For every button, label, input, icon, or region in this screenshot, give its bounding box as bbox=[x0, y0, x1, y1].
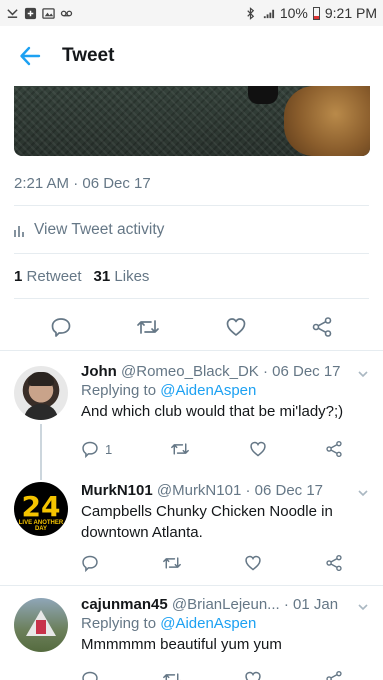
page-title: Tweet bbox=[62, 45, 115, 66]
reply-tweet[interactable]: 24 LIVE ANOTHER DAY MurkN101 @MurkN101 ·… bbox=[0, 474, 383, 584]
tweet-actions bbox=[0, 310, 383, 344]
like-icon[interactable] bbox=[225, 316, 247, 338]
like-count: 31 bbox=[93, 268, 111, 285]
app-header: Tweet bbox=[0, 26, 383, 86]
bluetooth-icon bbox=[247, 6, 255, 20]
battery-icon bbox=[312, 6, 320, 20]
share-icon[interactable] bbox=[325, 554, 343, 572]
reply-text: Campbells Chunky Chicken Noodle in downt… bbox=[81, 503, 333, 541]
image-detail bbox=[248, 86, 278, 104]
retweet-icon[interactable] bbox=[170, 440, 190, 458]
like-icon[interactable] bbox=[249, 440, 267, 458]
chevron-down-icon[interactable] bbox=[357, 601, 369, 613]
reply-date: · 06 Dec 17 bbox=[245, 482, 324, 499]
reply-icon[interactable] bbox=[50, 316, 72, 338]
divider bbox=[14, 205, 369, 206]
share-icon[interactable] bbox=[311, 316, 333, 338]
reply-header: John @Romeo_Black_DK · 06 Dec 17 bbox=[81, 363, 349, 380]
retweet-icon[interactable] bbox=[136, 316, 160, 338]
user-name[interactable]: John bbox=[81, 363, 117, 380]
user-name[interactable]: cajunman45 bbox=[81, 596, 168, 613]
user-name[interactable]: MurkN101 bbox=[81, 482, 153, 499]
retweet-label: Retweet bbox=[26, 268, 82, 285]
mention-link[interactable]: @AidenAspen bbox=[160, 382, 256, 399]
back-arrow-icon bbox=[20, 46, 41, 66]
tweet-image[interactable] bbox=[14, 86, 370, 156]
reply-actions bbox=[81, 670, 343, 680]
replying-prefix: Replying to bbox=[81, 615, 157, 632]
user-handle[interactable]: @BrianLejeun... bbox=[172, 596, 280, 613]
reply-date: · 06 Dec 17 bbox=[262, 363, 341, 380]
view-activity-link[interactable]: View Tweet activity bbox=[14, 221, 164, 239]
status-left-icons bbox=[6, 7, 73, 20]
reply-actions bbox=[81, 554, 343, 572]
retweet-icon[interactable] bbox=[162, 670, 182, 680]
tweet-timestamp: 2:21 AM · 06 Dec 17 bbox=[14, 175, 151, 192]
retweet-stat[interactable]: 1 Retweet bbox=[14, 268, 82, 285]
like-icon[interactable] bbox=[244, 554, 262, 572]
reply-action[interactable]: 1 bbox=[81, 440, 112, 458]
reply-icon bbox=[82, 441, 98, 458]
activity-label: View Tweet activity bbox=[34, 221, 165, 238]
divider bbox=[14, 298, 369, 299]
user-handle[interactable]: @Romeo_Black_DK bbox=[121, 363, 259, 380]
reply-tweet[interactable]: cajunman45 @BrianLejeun... · 01 Jan Repl… bbox=[0, 586, 383, 680]
status-right-icons: 10% 9:21 PM bbox=[244, 5, 377, 21]
voicemail-icon bbox=[60, 10, 73, 16]
reply-icon[interactable] bbox=[81, 554, 99, 572]
avatar[interactable]: 24 LIVE ANOTHER DAY bbox=[14, 482, 68, 536]
like-stat[interactable]: 31 Likes bbox=[94, 268, 150, 285]
avatar-logo-subtext: LIVE ANOTHER DAY bbox=[18, 520, 64, 532]
reply-content: cajunman45 @BrianLejeun... · 01 Jan Repl… bbox=[81, 596, 349, 655]
reply-header: MurkN101 @MurkN101 · 06 Dec 17 bbox=[81, 482, 349, 499]
avatar[interactable] bbox=[14, 366, 68, 420]
like-icon[interactable] bbox=[244, 670, 262, 680]
like-label: Likes bbox=[114, 268, 150, 285]
clock: 9:21 PM bbox=[324, 5, 377, 21]
status-bar: 10% 9:21 PM bbox=[0, 0, 383, 26]
reply-count: 1 bbox=[105, 441, 113, 457]
retweet-icon[interactable] bbox=[162, 554, 182, 572]
reply-text: And which club would that be mi'lady?;) bbox=[81, 403, 344, 420]
signal-icon bbox=[263, 9, 274, 18]
replying-to: Replying to @AidenAspen bbox=[81, 615, 349, 632]
reply-content: MurkN101 @MurkN101 · 06 Dec 17 Campbells… bbox=[81, 482, 349, 543]
reply-header: cajunman45 @BrianLejeun... · 01 Jan bbox=[81, 596, 349, 613]
replying-to: Replying to @AidenAspen bbox=[81, 382, 349, 399]
back-button[interactable] bbox=[0, 26, 60, 86]
avatar[interactable] bbox=[14, 598, 68, 652]
chevron-down-icon[interactable] bbox=[357, 368, 369, 380]
missed-call-icon bbox=[7, 8, 18, 18]
user-handle[interactable]: @MurkN101 bbox=[157, 482, 241, 499]
reply-icon[interactable] bbox=[81, 670, 99, 680]
reply-text: Mmmmmm beautiful yum yum bbox=[81, 636, 282, 653]
share-icon[interactable] bbox=[325, 670, 343, 680]
bar-chart-icon bbox=[14, 225, 24, 237]
share-icon[interactable] bbox=[325, 440, 343, 458]
divider bbox=[14, 253, 369, 254]
replying-prefix: Replying to bbox=[81, 382, 157, 399]
add-box-icon bbox=[24, 7, 37, 19]
image-object bbox=[284, 86, 370, 156]
avatar-logo-text: 24 bbox=[21, 490, 61, 523]
reply-date: · 01 Jan bbox=[283, 596, 339, 613]
chevron-down-icon[interactable] bbox=[357, 487, 369, 499]
battery-percent: 10% bbox=[279, 5, 308, 21]
mention-link[interactable]: @AidenAspen bbox=[160, 615, 256, 632]
tweet-stats: 1 Retweet 31 Likes bbox=[14, 268, 149, 285]
retweet-count: 1 bbox=[14, 268, 23, 285]
reply-actions: 1 bbox=[81, 440, 343, 458]
image-icon bbox=[42, 7, 55, 19]
reply-content: John @Romeo_Black_DK · 06 Dec 17 Replyin… bbox=[81, 363, 349, 422]
reply-tweet[interactable]: John @Romeo_Black_DK · 06 Dec 17 Replyin… bbox=[0, 350, 383, 474]
